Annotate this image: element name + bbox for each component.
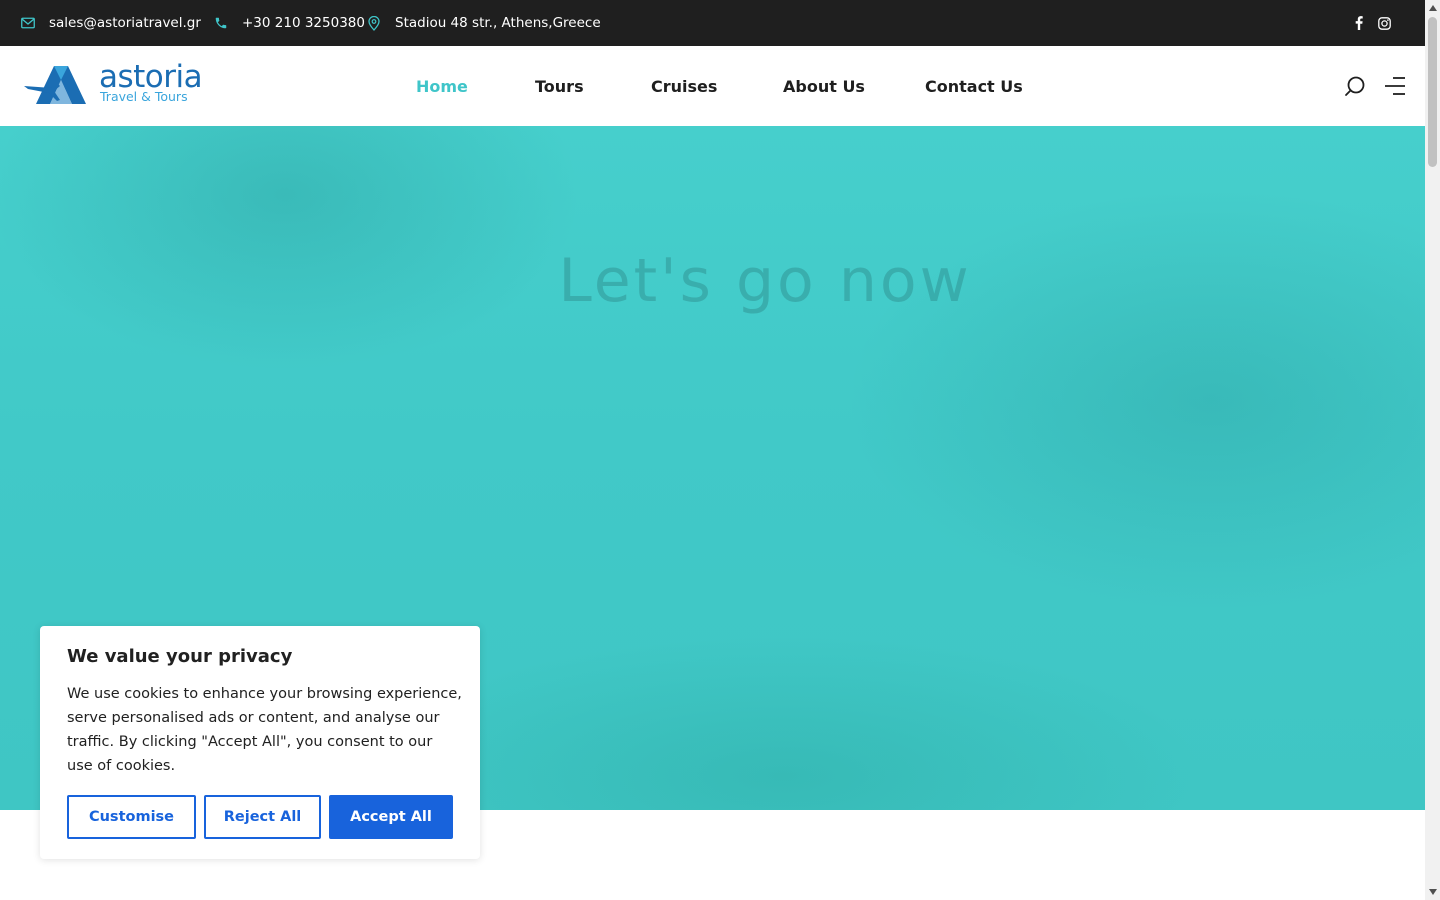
nav-cruises[interactable]: Cruises xyxy=(651,46,717,126)
hero-title: Let's go now xyxy=(558,246,972,316)
phone-icon xyxy=(213,15,229,31)
cookie-title: We value your privacy xyxy=(67,646,293,667)
top-bar: sales@astoriatravel.gr +30 210 3250380 S… xyxy=(0,0,1425,46)
cookie-consent-banner: We value your privacy We use cookies to … xyxy=(40,626,480,859)
nav-tours[interactable]: Tours xyxy=(535,46,584,126)
search-icon[interactable] xyxy=(1343,74,1367,98)
facebook-icon[interactable] xyxy=(1351,0,1367,46)
cookie-description: We use cookies to enhance your browsing … xyxy=(67,686,462,774)
reject-all-button[interactable]: Reject All xyxy=(204,795,321,839)
logo[interactable]: astoria Travel & Tours xyxy=(24,60,203,106)
phone-text[interactable]: +30 210 3250380 xyxy=(242,15,365,31)
accept-all-button[interactable]: Accept All xyxy=(329,795,453,839)
page-scrollbar[interactable] xyxy=(1425,0,1440,900)
address-text: Stadiou 48 str., Athens,Greece xyxy=(395,15,601,31)
scrollbar-thumb[interactable] xyxy=(1428,17,1437,167)
instagram-icon[interactable] xyxy=(1376,0,1392,46)
address-contact: Stadiou 48 str., Athens,Greece xyxy=(366,0,601,46)
email-text[interactable]: sales@astoriatravel.gr xyxy=(49,15,201,31)
nav-about-us[interactable]: About Us xyxy=(783,46,865,126)
site-header: astoria Travel & Tours Home Tours Cruise… xyxy=(0,46,1425,126)
logo-tagline: Travel & Tours xyxy=(100,89,188,104)
scroll-up-arrow-icon[interactable] xyxy=(1429,5,1437,11)
customise-button[interactable]: Customise xyxy=(67,795,196,839)
nav-contact-us[interactable]: Contact Us xyxy=(925,46,1023,126)
phone-contact[interactable]: +30 210 3250380 xyxy=(213,0,365,46)
menu-icon[interactable] xyxy=(1383,74,1407,98)
location-pin-icon xyxy=(366,15,382,31)
nav-home[interactable]: Home xyxy=(416,46,468,126)
mail-icon xyxy=(20,15,36,31)
scroll-down-arrow-icon[interactable] xyxy=(1429,889,1437,895)
logo-mark-icon xyxy=(24,66,86,104)
email-contact[interactable]: sales@astoriatravel.gr xyxy=(20,0,201,46)
